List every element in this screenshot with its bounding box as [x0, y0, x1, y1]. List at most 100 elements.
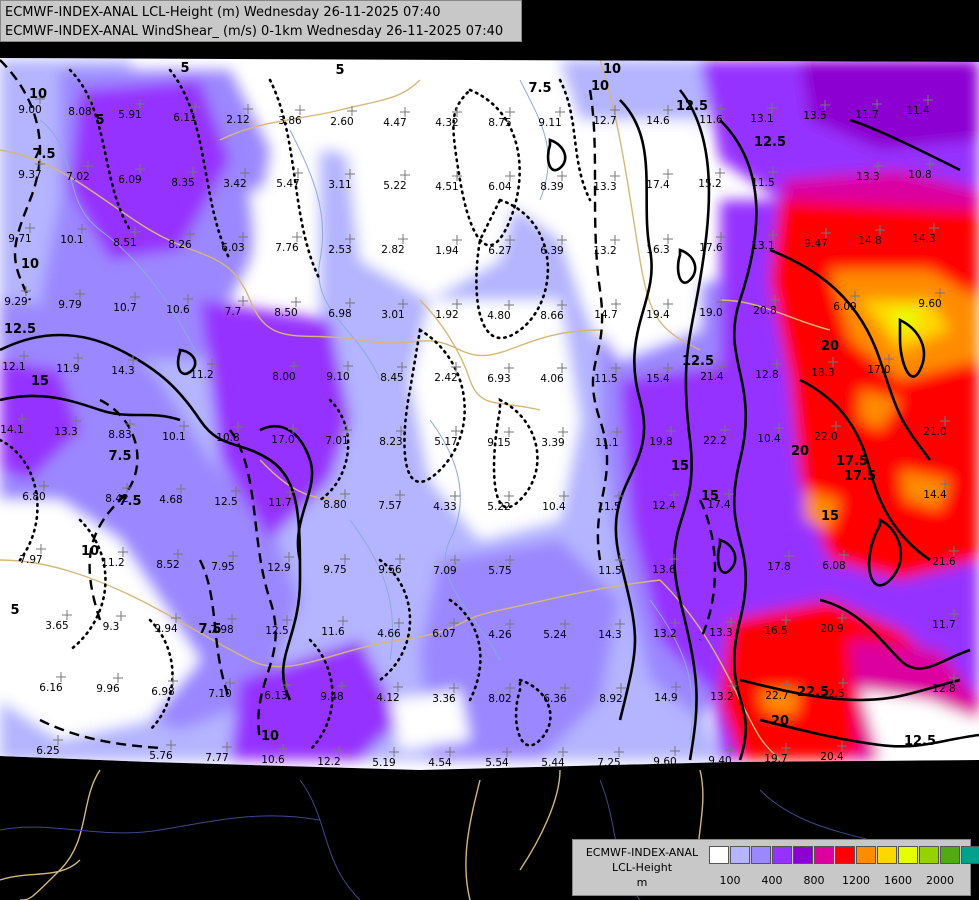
station-value-label: 12.8 [932, 683, 955, 695]
legend-swatch [751, 846, 771, 864]
station-value-label: 5.76 [149, 750, 173, 762]
station-value-label: 8.80 [323, 499, 346, 511]
station-value-label: 4.26 [488, 629, 512, 641]
isoline-value-label: 17.5 [836, 454, 868, 469]
isoline-value-label: 15 [821, 509, 839, 524]
legend-swatch [772, 846, 792, 864]
station-value-label: 12.9 [267, 562, 290, 574]
station-value-label: 7.10 [208, 688, 231, 700]
station-value-label: 14.1 [0, 424, 23, 436]
station-value-label: 8.35 [171, 177, 194, 189]
legend-swatch [919, 846, 939, 864]
station-value-label: 17.8 [767, 561, 790, 573]
station-value-label: 4.54 [428, 757, 452, 769]
station-value-label: 6.25 [36, 745, 59, 757]
station-value-label: 11.6 [699, 114, 723, 126]
station-value-label: 6.36 [543, 693, 567, 705]
station-value-label: 8.39 [540, 181, 563, 193]
station-value-label: 3.11 [328, 179, 351, 191]
station-value-label: 4.51 [435, 181, 458, 193]
station-value-label: 3.42 [223, 178, 246, 190]
station-value-label: 16.5 [764, 625, 787, 637]
station-value-label: 11.7 [932, 619, 955, 631]
station-value-label: 19.0 [699, 307, 722, 319]
station-value-label: 21.6 [932, 556, 956, 568]
station-value-label: 11.2 [190, 369, 213, 381]
station-value-label: 12.8 [755, 369, 778, 381]
title-line-2: ECMWF-INDEX-ANAL WindShear_ (m/s) 0-1km … [5, 24, 504, 39]
isoline-value-label: 5 [95, 113, 104, 128]
station-value-label: 7.76 [275, 242, 299, 254]
station-value-label: 6.98 [151, 686, 174, 698]
station-value-label: 22.7 [765, 690, 788, 702]
legend-tick-label: 1200 [842, 874, 870, 887]
station-value-label: 8.50 [274, 307, 297, 319]
station-value-label: 6.04 [488, 181, 512, 193]
station-value-label: 11.5 [597, 501, 620, 513]
station-value-label: 3.39 [541, 437, 564, 449]
legend-swatch [835, 846, 855, 864]
station-value-label: 15.4 [646, 373, 670, 385]
station-value-label: 8.26 [168, 239, 192, 251]
station-value-label: 11.1 [595, 437, 618, 449]
lcl-height-field [0, 58, 979, 770]
station-value-label: 17.4 [646, 179, 670, 191]
station-value-label: 12.7 [593, 115, 616, 127]
station-value-label: 13.2 [653, 628, 676, 640]
station-value-label: 11.5 [594, 373, 617, 385]
station-value-label: 6.27 [488, 245, 511, 257]
isoline-value-label: 10 [603, 62, 621, 77]
station-value-label: 6.09 [833, 301, 856, 313]
station-value-label: 6.93 [487, 373, 510, 385]
legend-swatches [709, 846, 979, 864]
station-value-label: 13.3 [593, 181, 616, 193]
station-value-label: 4.68 [159, 494, 182, 506]
station-value-label: 6.80 [22, 491, 45, 503]
weather-map: 9.00 8.08 5.91 6.11 2.12 3.86 2.60 4.47 4.32 8.75… [0, 58, 979, 900]
isoline-value-label: 20 [771, 714, 789, 729]
station-value-label: 8.52 [156, 559, 179, 571]
station-value-label: 2.60 [330, 116, 353, 128]
station-value-label: 8.08 [68, 106, 91, 118]
station-value-label: 5.47 [276, 178, 299, 190]
station-value-label: 13.2 [710, 691, 733, 703]
station-value-label: 13.3 [709, 627, 732, 639]
legend-tick-label: 100 [719, 874, 741, 887]
station-value-label: 5.75 [488, 565, 511, 577]
isoline-value-label: 12.5 [676, 99, 708, 114]
station-value-label: 13.2 [593, 245, 616, 257]
station-value-label: 9.75 [323, 564, 346, 576]
station-value-label: 14.3 [111, 365, 134, 377]
station-value-label: 5.22 [487, 501, 510, 513]
station-value-label: 9.60 [918, 298, 941, 310]
station-value-label: 10.7 [113, 302, 136, 314]
station-value-label: 6.03 [221, 242, 244, 254]
station-value-label: 5.22 [383, 180, 406, 192]
isoline-value-label: 7.5 [118, 494, 141, 509]
station-value-label: 14.3 [598, 629, 621, 641]
station-value-label: 9.60 [653, 756, 676, 768]
title-line-1: ECMWF-INDEX-ANAL LCL-Height (m) Wednesda… [5, 5, 441, 20]
isoline-value-label: 7.5 [108, 449, 131, 464]
station-value-label: 12.5 [214, 496, 237, 508]
station-value-label: 10.4 [542, 501, 566, 513]
isoline-value-label: 7.5 [528, 81, 551, 96]
station-value-label: 9.48 [320, 691, 343, 703]
isoline-value-label: 10 [261, 729, 279, 744]
isoline-value-label: 20 [791, 444, 809, 459]
station-value-label: 6.11 [173, 112, 196, 124]
color-legend: ECMWF-INDEX-ANAL LCL-Height m 100 400 800 1… [572, 839, 979, 896]
station-value-label: 4.47 [383, 117, 406, 129]
station-value-label: 10.8 [908, 169, 931, 181]
isoline-value-label: 5 [180, 61, 189, 76]
station-value-label: 7.97 [19, 554, 42, 566]
station-value-label: 13.1 [751, 240, 774, 252]
isoline-value-label: 15 [31, 374, 49, 389]
isoline-value-label: 20 [821, 339, 839, 354]
station-value-label: 6.08 [822, 560, 845, 572]
station-value-label: 8.45 [380, 372, 403, 384]
station-value-label: 10.4 [757, 433, 781, 445]
station-value-label: 19.4 [646, 309, 670, 321]
station-value-label: 8.02 [488, 693, 511, 705]
isoline-value-label: 12.5 [904, 734, 936, 749]
